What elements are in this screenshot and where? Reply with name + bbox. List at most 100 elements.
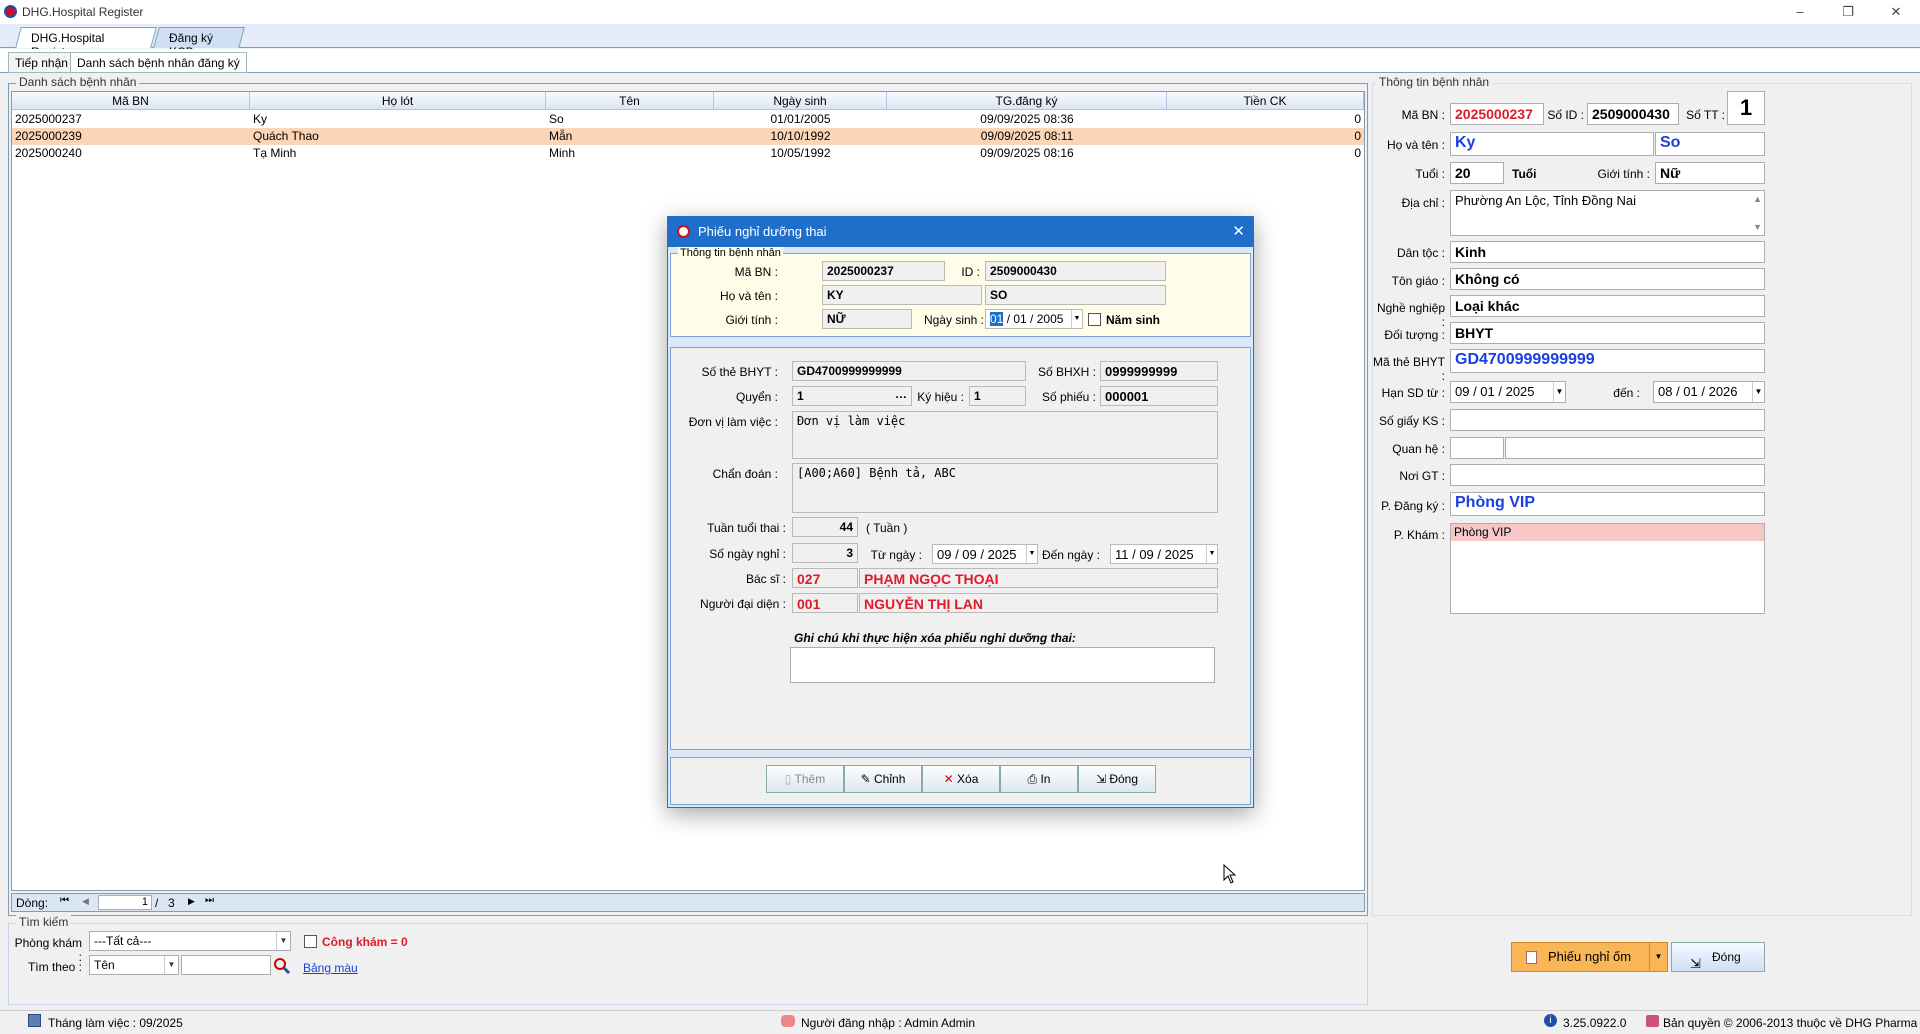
p-kham-list[interactable]: Phòng VIP	[1450, 523, 1765, 614]
den-ngay-picker[interactable]: 11 / 09 / 2025 ▼	[1110, 544, 1218, 564]
han-sd-den-picker[interactable]: 08 / 01 / 2026 ▼	[1653, 381, 1765, 403]
bac-si-ten-field[interactable]: PHẠM NGỌC THOẠI	[859, 568, 1218, 588]
ghi-chu-input[interactable]	[790, 647, 1215, 683]
col-header-ma-bn[interactable]: Mã BN	[12, 92, 250, 110]
search-icon[interactable]	[272, 956, 291, 975]
table-row[interactable]: 2025000240 Tạ Minh Minh 10/05/1992 09/09…	[12, 145, 1364, 162]
ma-bn-field[interactable]: 2025000237	[1450, 103, 1544, 125]
ton-giao-label: Tôn giáo :	[1391, 274, 1445, 288]
cell-ho-lot: Ky	[253, 112, 268, 126]
last-page-icon[interactable]: ⏭	[205, 895, 214, 906]
so-ngay-field[interactable]: 3	[792, 543, 858, 563]
col-header-tg-dang-ky[interactable]: TG.đăng ký	[887, 92, 1167, 110]
scroll-up-icon[interactable]: ▲	[1753, 194, 1762, 204]
phieu-nghi-om-label: Phiếu nghỉ ốm	[1548, 949, 1632, 964]
so-tt-field[interactable]: 1	[1727, 91, 1765, 125]
col-header-tien-ck[interactable]: Tiền CK	[1167, 92, 1364, 110]
ton-giao-field[interactable]: Không có	[1450, 268, 1765, 290]
p-dang-ky-field[interactable]: Phòng VIP	[1450, 492, 1765, 516]
chevron-down-icon[interactable]: ▼	[1649, 943, 1667, 971]
quyen-field[interactable]: 1 …	[792, 386, 912, 406]
ky-hieu-label: Ký hiệu :	[917, 390, 964, 404]
xoa-button[interactable]: ✕ Xóa	[922, 765, 1000, 793]
col-header-ngay-sinh[interactable]: Ngày sinh	[714, 92, 887, 110]
chan-doan-field[interactable]: [A00;A60] Bệnh tả, ABC	[792, 463, 1218, 513]
modal-ma-bn-field[interactable]: 2025000237	[822, 261, 945, 281]
so-id-field[interactable]: 2509000430	[1587, 103, 1679, 125]
tab-dang-ky-kcb[interactable]: Đăng ký KCB	[153, 27, 245, 59]
dialog-dong-button[interactable]: ⇲ Đóng	[1078, 765, 1156, 793]
scroll-down-icon[interactable]: ▼	[1753, 222, 1762, 232]
tab-danh-sach-benh-nhan[interactable]: Danh sách bệnh nhân đăng ký	[70, 52, 247, 73]
them-button[interactable]: ▯ Thêm	[766, 765, 844, 793]
ten-field[interactable]: So	[1655, 132, 1765, 156]
table-row[interactable]: 2025000239 Quách Thao Mẫn 10/10/1992 09/…	[12, 128, 1364, 145]
first-page-icon[interactable]: ⏮	[60, 895, 69, 906]
so-bhxh-field[interactable]: 0999999999	[1100, 361, 1218, 381]
so-giay-ks-field[interactable]	[1450, 409, 1765, 431]
col-header-ten[interactable]: Tên	[546, 92, 714, 110]
tuan-tuoi-field[interactable]: 44	[792, 517, 858, 537]
tuoi-label: Tuổi :	[1415, 167, 1445, 181]
cell-ngay-sinh: 10/10/1992	[770, 129, 831, 143]
exit-icon: ⇲	[1095, 772, 1110, 786]
restore-button[interactable]: ❐	[1828, 2, 1868, 22]
search-input[interactable]	[181, 955, 271, 975]
ho-field[interactable]: Ky	[1450, 132, 1654, 156]
close-icon[interactable]: ✕	[1232, 217, 1245, 247]
ndd-ma-field[interactable]: 001	[792, 593, 858, 613]
modal-id-field[interactable]: 2509000430	[985, 261, 1166, 281]
page-number-input[interactable]: 1	[98, 895, 152, 910]
dan-toc-field[interactable]: Kinh	[1450, 241, 1765, 263]
modal-ten-field[interactable]: SO	[985, 285, 1166, 305]
tab-tiep-nhan[interactable]: Tiếp nhận	[8, 52, 75, 73]
minimize-button[interactable]: –	[1780, 2, 1820, 22]
modal-ho-field[interactable]: KY	[822, 285, 982, 305]
cell-ten: Mẫn	[549, 129, 573, 143]
phieu-nghi-om-button[interactable]: Phiếu nghỉ ốm ▼	[1511, 942, 1668, 972]
modal-gioi-tinh-field[interactable]: NỮ	[822, 309, 912, 329]
ma-the-field[interactable]: GD4700999999999	[1450, 349, 1765, 373]
dia-chi-field[interactable]: Phường An Lộc, Tỉnh Đồng Nai ▲ ▼	[1450, 190, 1765, 236]
dong-button[interactable]: ⇲ Đóng	[1671, 942, 1765, 972]
gioi-tinh-field[interactable]: Nữ	[1655, 162, 1765, 184]
doi-tuong-field[interactable]: BHYT	[1450, 322, 1765, 344]
prev-page-icon[interactable]: ◀	[82, 896, 89, 907]
nghe-nghiep-field[interactable]: Loại khác	[1450, 295, 1765, 317]
tab-hospital-register[interactable]: DHG.Hospital Register	[15, 27, 157, 59]
ndd-ten-field[interactable]: NGUYỄN THỊ LAN	[859, 593, 1218, 613]
quan-he-field-1[interactable]	[1450, 437, 1504, 459]
quan-he-field-2[interactable]	[1505, 437, 1765, 459]
ky-hieu-field[interactable]: 1	[969, 386, 1026, 406]
col-header-ho-lot[interactable]: Họ lót	[250, 92, 546, 110]
close-button[interactable]: ✕	[1876, 2, 1916, 22]
tuoi-field[interactable]: 20	[1450, 162, 1504, 184]
table-row[interactable]: 2025000237 Ky So 01/01/2005 09/09/2025 0…	[12, 111, 1364, 128]
mouse-cursor-icon	[1223, 863, 1237, 887]
bac-si-ma-field[interactable]: 027	[792, 568, 858, 588]
patient-info-group-label: Thông tin bệnh nhân	[1376, 75, 1493, 89]
tu-ngay-picker[interactable]: 09 / 09 / 2025 ▼	[932, 544, 1038, 564]
tim-theo-select[interactable]: Tên ▼	[89, 955, 179, 975]
bang-mau-link[interactable]: Bảng màu	[303, 961, 358, 975]
chinh-button[interactable]: ✎ Chỉnh	[844, 765, 922, 793]
so-phieu-field[interactable]: 000001	[1100, 386, 1218, 406]
in-button[interactable]: ⎙ In	[1000, 765, 1078, 793]
don-vi-field[interactable]: Đơn vị làm việc	[792, 411, 1218, 459]
more-icon[interactable]: …	[895, 387, 907, 401]
cong-kham-checkbox[interactable]	[304, 935, 317, 948]
list-item[interactable]: Phòng VIP	[1451, 524, 1764, 541]
phong-kham-select[interactable]: ---Tất cả--- ▼	[89, 931, 291, 951]
next-page-icon[interactable]: ▶	[188, 896, 195, 907]
noi-gt-label: Nơi GT :	[1399, 469, 1445, 483]
modal-ngay-sinh-picker[interactable]: 01 / 01 / 2005 ▼	[985, 309, 1083, 329]
delete-icon: ✕	[943, 772, 958, 786]
thang-lam-viec: Tháng làm việc : 09/2025	[48, 1016, 183, 1030]
noi-gt-field[interactable]	[1450, 464, 1765, 486]
bac-si-label: Bác sĩ :	[745, 572, 786, 586]
nam-sinh-checkbox[interactable]	[1088, 313, 1101, 326]
add-doc-icon: ▯	[784, 772, 795, 786]
han-sd-tu-picker[interactable]: 09 / 01 / 2025 ▼	[1450, 381, 1566, 403]
den-ngay-value: 11 / 09 / 2025	[1115, 547, 1194, 562]
so-the-field[interactable]: GD4700999999999	[792, 361, 1026, 381]
